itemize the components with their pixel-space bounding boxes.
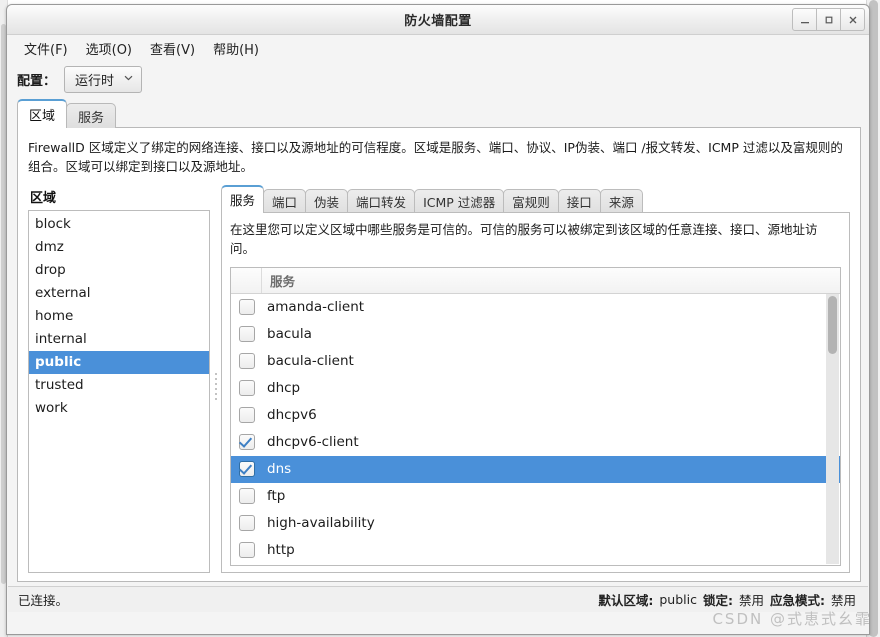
service-checkbox[interactable] — [239, 326, 255, 342]
service-name: bacula — [267, 326, 312, 342]
tab-services[interactable]: 服务 — [66, 103, 117, 128]
service-name: dhcp — [267, 380, 301, 396]
zones-split-pane: 区域 block dmz drop external home internal… — [28, 184, 850, 573]
service-checkbox[interactable] — [239, 515, 255, 531]
main-tabstrip: 区域 服务 — [17, 99, 861, 128]
page-scrollbar-right-thumb[interactable] — [869, 0, 878, 637]
configuration-select[interactable]: 运行时 — [64, 65, 143, 93]
default-zone-label: 默认区域: — [598, 592, 654, 608]
panic-mode-value: 禁用 — [830, 592, 856, 608]
service-checkbox[interactable] — [239, 542, 255, 558]
service-name: ftp — [267, 488, 286, 504]
tab-rich-rules[interactable]: 富规则 — [503, 188, 559, 213]
list-item[interactable]: drop — [29, 259, 209, 282]
service-name: dhcpv6 — [267, 407, 317, 423]
table-row[interactable]: bacula — [231, 321, 840, 348]
table-row[interactable]: http — [231, 537, 840, 564]
table-row-selected[interactable]: dns — [231, 455, 840, 483]
maximize-button[interactable] — [817, 8, 841, 31]
services-table: 服务 amanda-client bacula bacula-client dh… — [230, 266, 841, 566]
zone-listbox[interactable]: block dmz drop external home internal pu… — [28, 209, 210, 573]
connection-status: 已连接。 — [18, 592, 69, 608]
table-row[interactable]: high-availability — [231, 510, 840, 537]
panic-mode-label: 应急模式: — [769, 592, 825, 608]
title-bar[interactable]: 防火墙配置 — [7, 5, 869, 35]
status-details: 默认区域: public 锁定: 禁用 应急模式: 禁用 — [598, 587, 856, 612]
status-bar: 已连接。 默认区域: public 锁定: 禁用 应急模式: 禁用 — [8, 585, 868, 612]
table-row[interactable]: dhcp — [231, 375, 840, 402]
tab-port-forwarding[interactable]: 端口转发 — [347, 188, 416, 213]
screen: 防火墙配置 文件(F) 选项(O) 查看(V) 帮助(H) 配置： 运行时 区域… — [0, 0, 880, 637]
services-table-body[interactable]: amanda-client bacula bacula-client dhcp … — [231, 294, 840, 565]
main-notebook: 区域 服务 FirewallD 区域定义了绑定的网络连接、接口以及源地址的可信程… — [17, 99, 861, 582]
services-scrollbar-thumb[interactable] — [828, 295, 837, 354]
service-checkbox[interactable] — [239, 299, 255, 315]
menu-bar: 文件(F) 选项(O) 查看(V) 帮助(H) — [7, 35, 869, 61]
services-description: 在这里您可以定义区域中哪些服务是可信的。可信的服务可以被绑定到该区域的任意连接、… — [230, 221, 818, 257]
tab-interfaces[interactable]: 接口 — [557, 188, 601, 213]
list-item-selected[interactable]: public — [29, 350, 209, 374]
tab-sources[interactable]: 来源 — [599, 188, 643, 213]
tab-masquerading[interactable]: 伪装 — [305, 188, 349, 213]
menu-item-options[interactable]: 选项(O) — [77, 36, 141, 61]
list-item[interactable]: work — [29, 397, 209, 420]
service-checkbox[interactable] — [239, 488, 255, 504]
minimize-button[interactable] — [792, 8, 817, 31]
list-item[interactable]: trusted — [29, 374, 209, 397]
zones-tab-panel: FirewallD 区域定义了绑定的网络连接、接口以及源地址的可信程度。区域是服… — [17, 127, 861, 582]
close-button[interactable] — [841, 8, 865, 31]
default-zone-value: public — [659, 591, 697, 607]
table-row[interactable]: ftp — [231, 483, 840, 510]
service-checkbox-checked[interactable] — [239, 434, 255, 450]
column-header-service: 服务 — [270, 273, 296, 289]
tab-zones[interactable]: 区域 — [17, 99, 68, 128]
chevron-down-icon — [124, 74, 133, 84]
service-checkbox[interactable] — [239, 353, 255, 369]
zone-description: FirewallD 区域定义了绑定的网络连接、接口以及源地址的可信程度。区域是服… — [28, 140, 843, 175]
window-title: 防火墙配置 — [404, 14, 472, 29]
list-item[interactable]: block — [29, 213, 209, 236]
configuration-row: 配置： 运行时 — [7, 61, 869, 97]
configuration-label: 配置： — [17, 73, 57, 89]
list-item[interactable]: internal — [29, 328, 209, 351]
configuration-selected-value: 运行时 — [75, 73, 115, 89]
table-row[interactable]: bacula-client — [231, 348, 840, 375]
firewall-config-window: 防火墙配置 文件(F) 选项(O) 查看(V) 帮助(H) 配置： 运行时 区域… — [6, 4, 870, 635]
menu-item-file[interactable]: 文件(F) — [15, 36, 77, 61]
service-checkbox[interactable] — [239, 407, 255, 423]
services-scrollbar[interactable] — [826, 293, 839, 564]
service-checkbox-checked[interactable] — [239, 461, 255, 477]
tab-services-inner[interactable]: 服务 — [221, 184, 265, 213]
lockdown-label: 锁定: — [702, 592, 733, 608]
zone-detail-tabstrip: 服务 端口 伪装 端口转发 ICMP 过滤器 富规则 接口 来源 — [221, 184, 850, 213]
splitter-grip-icon — [214, 373, 217, 401]
services-tab-panel: 在这里您可以定义区域中哪些服务是可信的。可信的服务可以被绑定到该区域的任意连接、… — [221, 211, 850, 573]
list-item[interactable]: external — [29, 282, 209, 305]
zone-list-pane: 区域 block dmz drop external home internal… — [28, 187, 210, 573]
service-checkbox[interactable] — [239, 380, 255, 396]
menu-item-help[interactable]: 帮助(H) — [204, 36, 268, 61]
table-row[interactable]: dhcpv6-client — [231, 429, 840, 456]
pane-splitter-handle[interactable] — [210, 205, 221, 569]
tab-ports[interactable]: 端口 — [263, 188, 307, 213]
column-header-checkbox — [231, 267, 262, 293]
service-name: http — [267, 542, 295, 558]
services-table-header: 服务 — [231, 267, 840, 294]
zone-detail-pane: 服务 端口 伪装 端口转发 ICMP 过滤器 富规则 接口 来源 在这里您可以定… — [221, 184, 850, 573]
service-name: dns — [267, 461, 292, 477]
service-name: amanda-client — [267, 299, 365, 315]
window-controls — [792, 8, 865, 31]
menu-item-view[interactable]: 查看(V) — [141, 36, 204, 61]
service-name: dhcpv6-client — [267, 434, 359, 450]
lockdown-value: 禁用 — [738, 592, 764, 608]
service-name: high-availability — [267, 515, 375, 531]
tab-icmp-filter[interactable]: ICMP 过滤器 — [414, 188, 505, 213]
zone-list-title: 区域 — [30, 190, 57, 206]
table-row[interactable]: amanda-client — [231, 294, 840, 321]
list-item[interactable]: dmz — [29, 236, 209, 259]
list-item[interactable]: home — [29, 305, 209, 328]
service-name: bacula-client — [267, 353, 354, 369]
table-row[interactable]: dhcpv6 — [231, 402, 840, 429]
